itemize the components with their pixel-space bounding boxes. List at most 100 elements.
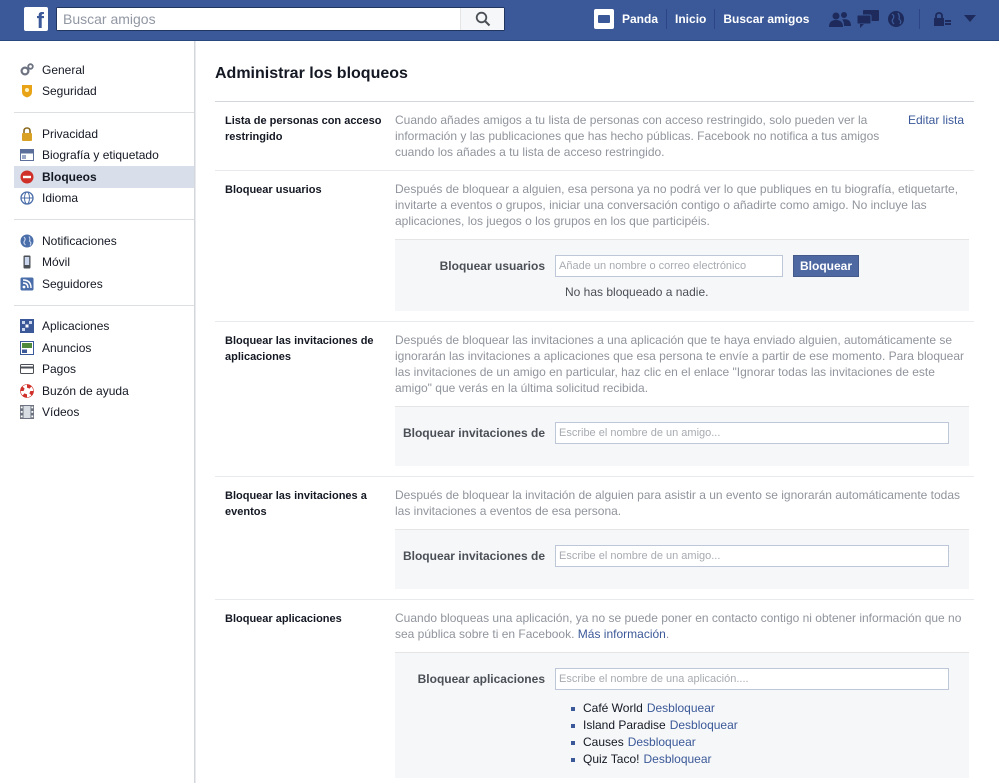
mobile-icon [20,255,34,269]
app-name: Café World [583,701,643,715]
section-description: Después de bloquear las invitaciones a u… [395,333,965,395]
sidebar-item-timeline[interactable]: Biografía y etiquetado [14,145,194,167]
blocking-sections: Lista de personas con acceso restringido… [215,101,974,783]
sidebar-group-apps: Aplicaciones Anuncios Pagos Buzón de ayu… [14,306,194,434]
block-icon [20,170,34,184]
sidebar-item-videos[interactable]: Vídeos [14,402,194,424]
more-info-link[interactable]: Más información [578,627,666,641]
sidebar-item-label: Idioma [42,191,79,206]
sidebar-item-language[interactable]: Idioma [14,188,194,210]
timeline-icon [20,148,34,162]
card-icon [20,362,34,376]
sidebar-item-label: Privacidad [42,126,99,141]
section-description: Cuando bloqueas una aplicación, ya no se… [395,610,965,642]
description-text: Cuando bloqueas una aplicación, ya no se… [395,611,962,641]
search-input[interactable] [57,8,461,30]
bullet [571,723,575,728]
account-menu-chevron-icon[interactable] [956,6,984,32]
lifebuoy-icon [20,383,34,398]
notifications-globe-icon[interactable] [882,6,910,32]
badge-icon [20,84,34,98]
sidebar-item-label: Bloqueos [42,169,97,184]
block-users-input[interactable] [555,255,783,277]
field-label: Bloquear aplicaciones [417,672,545,686]
facebook-logo[interactable]: f [24,7,48,31]
block-button[interactable]: Bloquear [793,255,860,277]
blocked-apps-list: Café World Desbloquear Island Paradise Des… [565,700,959,768]
description-end: . [665,627,670,641]
unblock-link[interactable]: Desbloquear [670,717,738,734]
block-users-panel: Bloquear usuarios Bloquear No has bloque… [395,239,969,311]
sidebar-item-security[interactable]: Seguridad [14,81,194,103]
unblock-link[interactable]: Desbloquear [643,751,711,768]
friend-requests-icon[interactable] [826,6,854,32]
privacy-lock-icon[interactable] [928,6,956,32]
sidebar-item-label: Seguridad [42,84,97,99]
search-button[interactable] [460,8,504,30]
section-description: Después de bloquear la invitación de alg… [395,488,961,518]
sidebar-item-label: Biografía y etiquetado [42,148,159,163]
page-title: Administrar los bloqueos [215,65,408,82]
top-nav: Panda Inicio Buscar amigos [586,0,817,38]
avatar [594,9,614,29]
divider [910,6,928,32]
edit-list-link[interactable]: Editar lista [908,113,964,127]
profile-name: Panda [622,12,659,26]
sidebar-item-privacy[interactable]: Privacidad [14,123,194,145]
no-blocked-note: No has bloqueado a nadie. [565,285,709,299]
block-event-invites-panel: Bloquear invitaciones de [395,529,969,589]
section-label: Bloquear aplicaciones [225,613,342,625]
sidebar-item-notifications[interactable]: Notificaciones [14,230,194,252]
profile-link[interactable]: Panda [586,9,668,29]
section-label: Bloquear las invitaciones a eventos [225,490,367,518]
unblock-link[interactable]: Desbloquear [628,734,696,751]
sidebar-item-apps[interactable]: Aplicaciones [14,316,194,338]
sidebar-item-blocking[interactable]: Bloqueos [14,166,194,188]
block-event-invites-input[interactable] [555,545,949,567]
field-label: Bloquear usuarios [439,259,545,273]
messages-icon[interactable] [854,6,882,32]
home-link[interactable]: Inicio [667,9,716,29]
list-item: Island Paradise Desbloquear [565,717,959,734]
jewel-icons [826,6,984,32]
section-block-users: Bloquear usuarios Después de bloquear a … [215,171,974,322]
block-apps-panel: Bloquear aplicaciones Café World Desbloqu… [395,652,969,778]
unblock-link[interactable]: Desbloquear [647,700,715,717]
sidebar-item-label: Notificaciones [42,233,117,248]
section-label: Bloquear usuarios [225,184,322,196]
sidebar-item-payments[interactable]: Pagos [14,359,194,381]
app-name: Causes [583,735,624,749]
bullet [571,757,575,762]
gear-icon [20,63,34,77]
field-label: Bloquear invitaciones de [402,426,545,440]
ads-icon [20,340,34,355]
search-icon [475,11,490,27]
top-bar: f Panda Inicio Buscar amigos [0,0,999,41]
block-apps-input[interactable] [555,668,949,690]
film-icon [20,405,34,420]
field-label: Bloquear invitaciones de [402,549,545,563]
bullet [571,740,575,745]
bullet [571,706,575,711]
sidebar-item-label: Vídeos [42,405,80,420]
section-description: Cuando añades amigos a tu lista de perso… [395,113,880,159]
sidebar-item-mobile[interactable]: Móvil [14,252,194,274]
globe-icon [20,191,34,205]
sidebar-item-ads[interactable]: Anuncios [14,337,194,359]
app-name: Quiz Taco! [583,752,640,766]
find-friends-link[interactable]: Buscar amigos [715,9,817,29]
main-content: Administrar los bloqueos Lista de person… [196,41,999,783]
section-description: Después de bloquear a alguien, esa perso… [395,182,959,228]
settings-sidebar: General Seguridad Privacidad Biografía y… [0,41,195,783]
sidebar-item-label: Buzón de ayuda [42,383,129,398]
apps-icon [20,319,34,334]
sidebar-item-general[interactable]: General [14,59,194,81]
block-app-invites-input[interactable] [555,422,949,444]
section-block-apps: Bloquear aplicaciones Cuando bloqueas un… [215,600,974,783]
sidebar-item-support-inbox[interactable]: Buzón de ayuda [14,380,194,402]
section-block-app-invites: Bloquear las invitaciones de aplicacione… [215,322,974,477]
sidebar-item-followers[interactable]: Seguidores [14,273,194,295]
section-label: Lista de personas con acceso restringido [225,115,382,143]
sidebar-item-label: Móvil [42,255,71,270]
rss-icon [20,277,34,291]
